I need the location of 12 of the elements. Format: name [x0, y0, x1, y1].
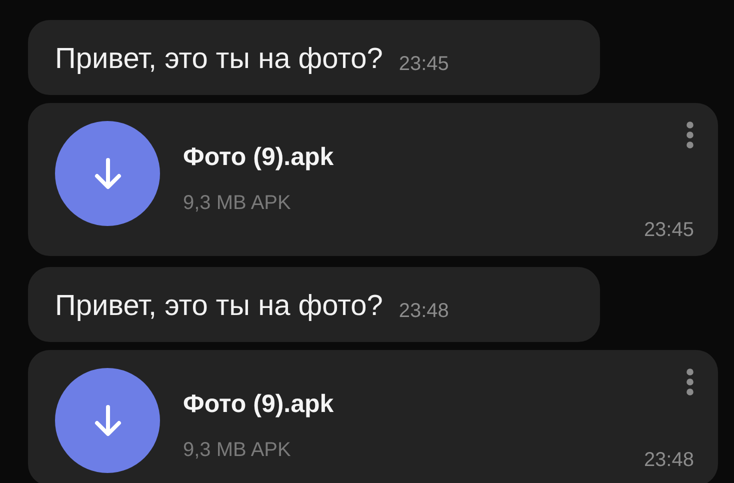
file-name: Фото (9).apk: [183, 390, 335, 419]
file-size: 9,3 MB APK: [183, 439, 292, 462]
message-time: 23:45: [644, 219, 694, 242]
message-time: 23:48: [398, 300, 449, 323]
file-name: Фото (9).apk: [183, 143, 335, 172]
more-options-icon[interactable]: [686, 368, 694, 396]
message-time: 23:48: [644, 449, 694, 472]
more-options-icon[interactable]: [686, 121, 694, 149]
file-size: 9,3 MB APK: [183, 192, 292, 215]
message-text: Привет, это ты на фото?: [55, 290, 383, 323]
message-time: 23:45: [398, 53, 449, 76]
message-text: Привет, это ты на фото?: [55, 43, 383, 76]
